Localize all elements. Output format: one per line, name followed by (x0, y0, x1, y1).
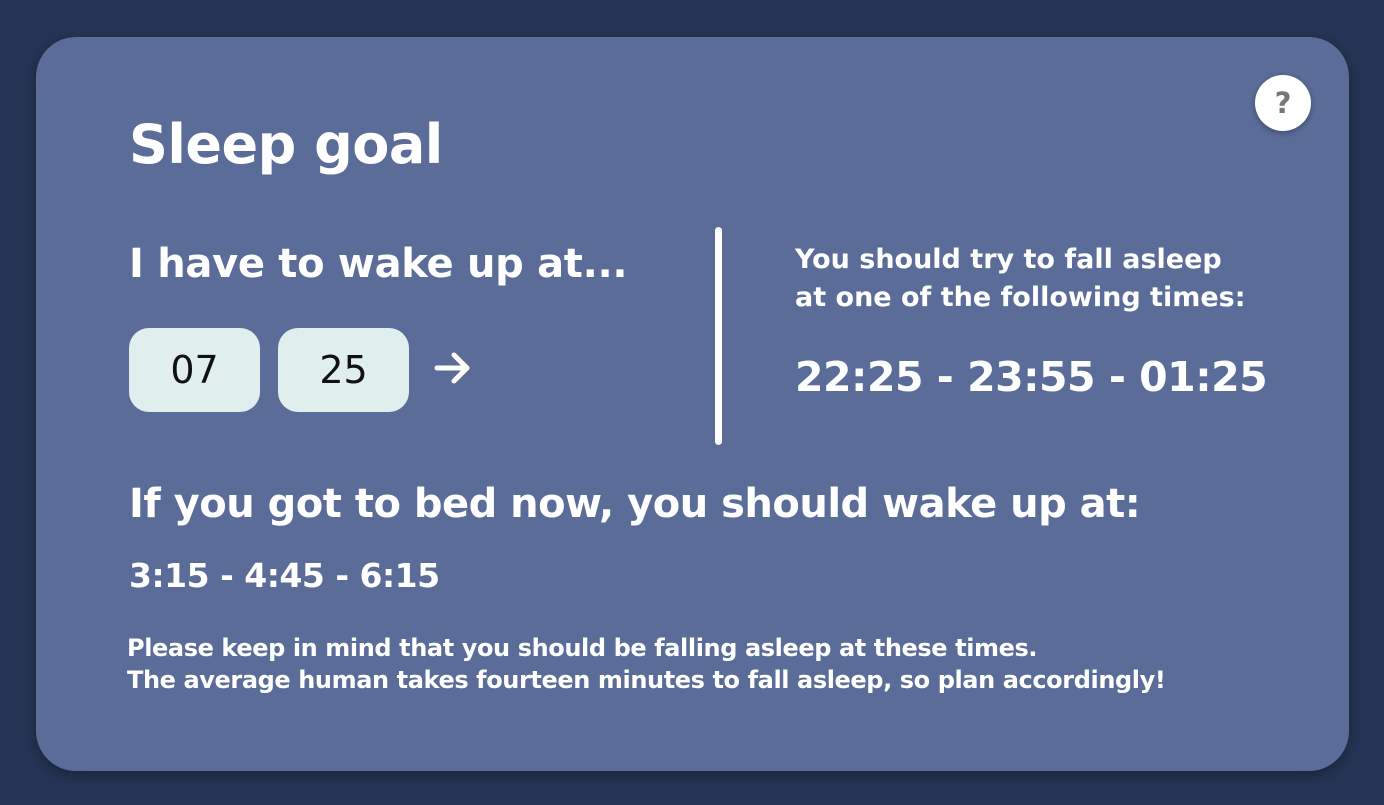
fall-asleep-intro-line-2: at one of the following times: (795, 282, 1246, 313)
question-mark-icon: ? (1274, 85, 1292, 120)
page-title: Sleep goal (129, 113, 443, 176)
fall-asleep-intro: You should try to fall asleep at one of … (795, 241, 1315, 317)
sleep-note-line-1: Please keep in mind that you should be f… (127, 634, 1038, 662)
sleep-goal-card: ? Sleep goal I have to wake up at... You… (36, 37, 1349, 771)
sleep-note: Please keep in mind that you should be f… (127, 632, 1166, 696)
wake-hour-input[interactable] (129, 328, 260, 412)
wake-up-heading: I have to wake up at... (129, 241, 628, 287)
help-button[interactable]: ? (1255, 75, 1311, 131)
section-divider (715, 227, 722, 445)
wake-minute-input[interactable] (278, 328, 409, 412)
sleep-note-line-2: The average human takes fourteen minutes… (127, 666, 1166, 694)
arrow-right-icon[interactable] (429, 344, 477, 392)
bed-now-heading: If you got to bed now, you should wake u… (129, 481, 1141, 527)
fall-asleep-times: 22:25 - 23:55 - 01:25 (795, 353, 1268, 401)
fall-asleep-intro-line-1: You should try to fall asleep (795, 244, 1222, 275)
wake-up-times: 3:15 - 4:45 - 6:15 (129, 556, 440, 595)
